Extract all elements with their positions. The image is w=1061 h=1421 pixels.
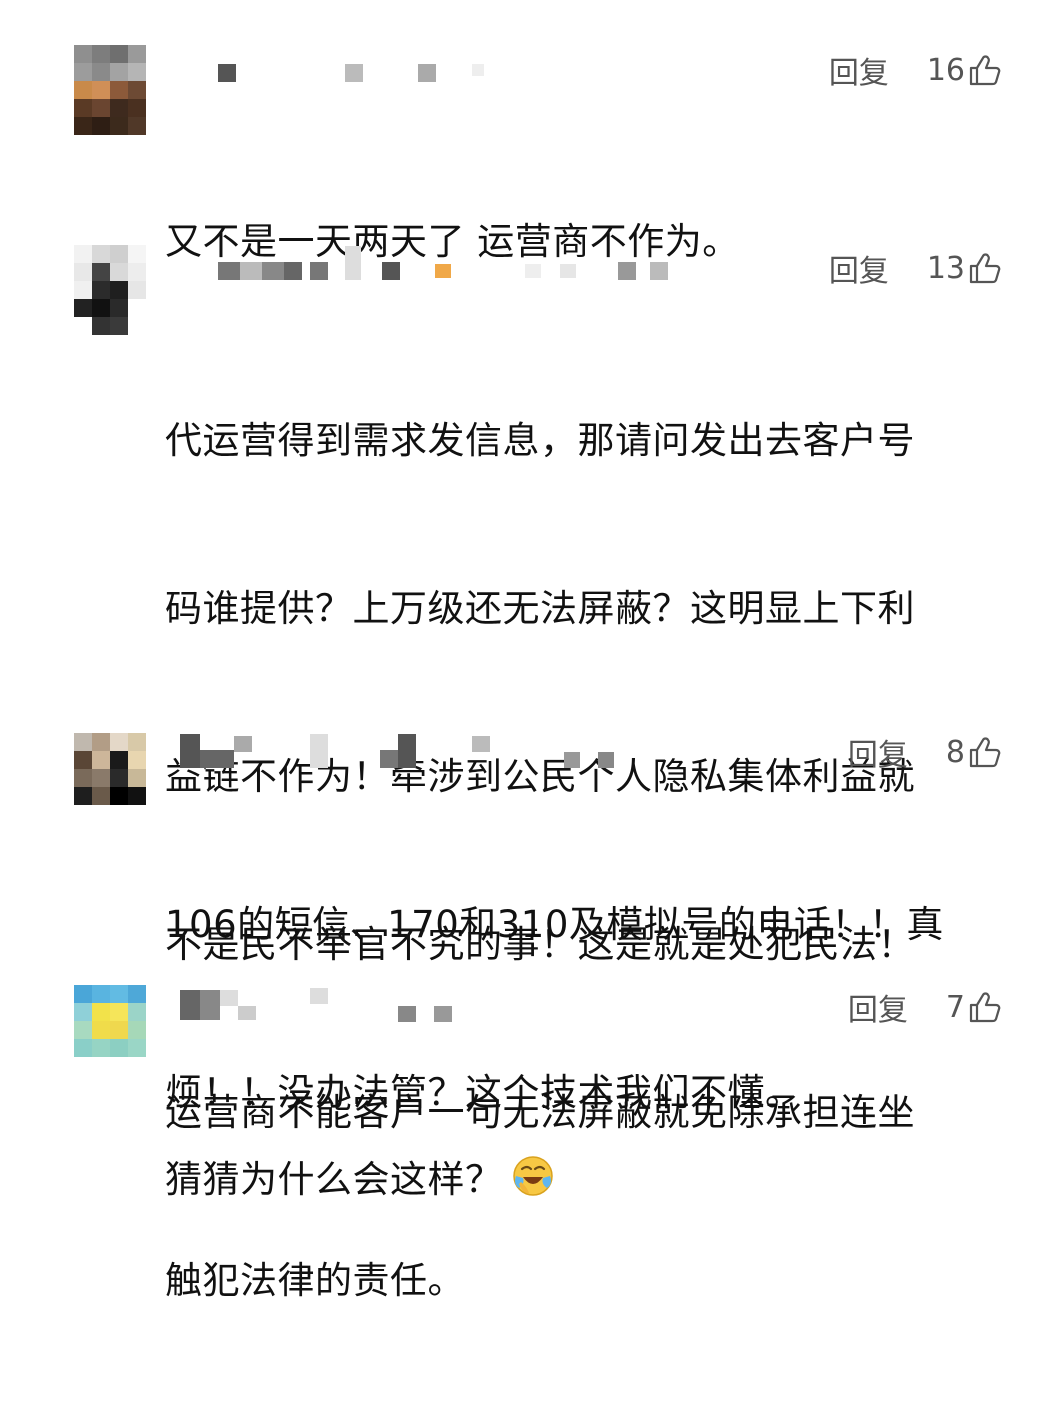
username[interactable] [180,734,640,772]
reply-button[interactable]: 回复 [848,985,908,1029]
comment-actions: 回复 16 [829,48,1003,92]
like-button[interactable]: 13 [927,250,1003,286]
username[interactable] [180,60,500,90]
comment-line: 106的短信、170和310及模拟号的电话！！真 [165,903,944,946]
avatar[interactable] [74,985,146,1075]
comment-line: 猜猜为什么会这样？ [165,1152,995,1208]
like-count: 16 [926,52,965,88]
comment-line-text: 猜猜为什么会这样？ [165,1158,503,1201]
reply-button[interactable]: 回复 [829,48,889,92]
like-button[interactable]: 16 [927,52,1003,88]
comment-actions: 回复 7 [848,985,1003,1029]
like-button[interactable]: 8 [946,734,1003,770]
like-count: 13 [926,250,965,286]
username[interactable] [180,988,480,1022]
comment-text: 猜猜为什么会这样？ [165,1040,995,1320]
reply-button[interactable]: 回复 [829,246,889,290]
like-button[interactable]: 7 [946,989,1003,1025]
avatar[interactable] [74,45,146,135]
reply-button[interactable]: 回复 [848,730,908,774]
thumbs-up-icon [969,253,1001,284]
comment-actions: 回复 8 [848,730,1003,774]
avatar[interactable] [74,245,146,335]
like-count: 7 [945,989,965,1025]
comment-line: 代运营得到需求发信息，那请问发出去客户号 [165,419,915,462]
avatar[interactable] [74,733,146,823]
comment-actions: 回复 13 [829,246,1003,290]
thumbs-up-icon [969,737,1001,768]
like-count: 8 [945,734,965,770]
face-with-tears-of-joy-icon [512,1156,553,1196]
username[interactable] [180,246,680,288]
thumbs-up-icon [969,992,1001,1023]
thumbs-up-icon [969,55,1001,86]
comment-line: 码谁提供？上万级还无法屏蔽？这明显上下利 [165,587,915,630]
